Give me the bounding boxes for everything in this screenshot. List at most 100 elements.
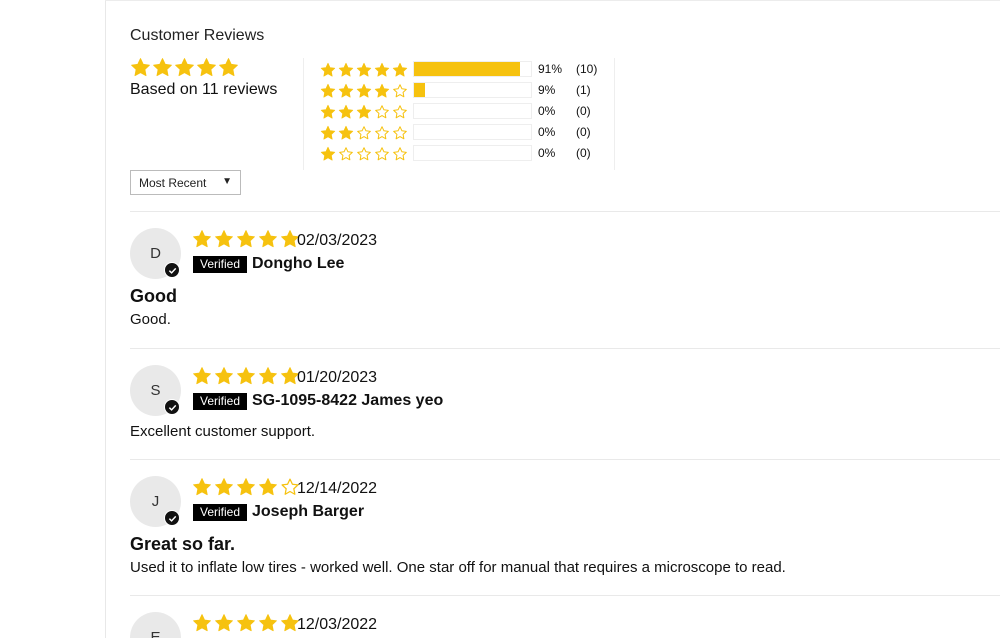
star-filled-icon	[192, 613, 212, 633]
review-date: 02/03/2023	[297, 232, 378, 249]
review-divider	[130, 459, 1000, 460]
histogram-row-5[interactable]: 91% (10)	[320, 59, 597, 80]
histogram-bar	[413, 103, 532, 119]
star-filled-icon	[214, 477, 234, 497]
review-date: 12/03/2022	[297, 616, 378, 633]
verified-check-icon	[164, 510, 180, 526]
histogram-bar	[413, 124, 532, 140]
star-filled-icon	[192, 477, 212, 497]
sort-select[interactable]: Most Recent ▼	[130, 170, 241, 195]
star-filled-icon	[338, 83, 354, 99]
histogram-percent: 9%	[538, 83, 556, 97]
star-filled-icon	[152, 57, 173, 78]
review-stars	[192, 613, 301, 633]
star-filled-icon	[356, 83, 372, 99]
star-filled-icon	[320, 104, 336, 120]
review-divider	[130, 595, 1000, 596]
star-empty-icon	[392, 125, 408, 141]
star-filled-icon	[174, 57, 195, 78]
star-filled-icon	[374, 83, 390, 99]
histogram-row-1[interactable]: 0% (0)	[320, 143, 591, 164]
review-author: Dongho Lee	[252, 255, 345, 272]
caret-down-icon: ▼	[222, 176, 232, 187]
rating-summary: Based on 11 reviews	[130, 57, 305, 99]
star-filled-icon	[356, 104, 372, 120]
star-filled-icon	[258, 229, 278, 249]
histogram-bar	[413, 82, 532, 98]
review-title: Great so far.	[130, 534, 236, 554]
star-filled-icon	[214, 366, 234, 386]
verified-check-icon	[164, 262, 180, 278]
star-filled-icon	[320, 125, 336, 141]
review-date: 12/14/2022	[297, 480, 378, 497]
row-stars	[320, 83, 409, 99]
verified-badge: Verified	[193, 256, 248, 273]
histogram-count: (0)	[576, 125, 591, 139]
histogram-percent: 0%	[538, 146, 556, 160]
review-body: Excellent customer support.	[130, 423, 316, 440]
star-filled-icon	[236, 229, 256, 249]
review-date: 01/20/2023	[297, 369, 378, 386]
star-filled-icon	[236, 477, 256, 497]
star-filled-icon	[258, 477, 278, 497]
star-filled-icon	[374, 62, 390, 78]
summary-divider	[303, 58, 304, 170]
star-filled-icon	[338, 62, 354, 78]
star-filled-icon	[192, 229, 212, 249]
star-filled-icon	[356, 62, 372, 78]
review-stars	[192, 477, 301, 497]
histogram-percent: 0%	[538, 104, 556, 118]
star-empty-icon	[374, 125, 390, 141]
row-stars	[320, 125, 409, 141]
star-filled-icon	[192, 366, 212, 386]
section-title: Customer Reviews	[130, 27, 265, 44]
left-divider	[105, 0, 106, 638]
review-stars	[192, 366, 301, 386]
histogram-count: (0)	[576, 104, 591, 118]
star-empty-icon	[392, 104, 408, 120]
star-filled-icon	[320, 62, 336, 78]
histogram-percent: 0%	[538, 125, 556, 139]
histogram-row-4[interactable]: 9% (1)	[320, 80, 591, 101]
review-item: J 12/14/2022 Verified Joseph Barger Grea…	[130, 476, 1000, 586]
verified-badge: Verified	[193, 393, 248, 410]
avatar: D	[130, 228, 181, 279]
review-body: Used it to inflate low tires - worked we…	[130, 559, 786, 576]
histogram-bar	[413, 61, 532, 77]
review-author: SG-1095-8422 James yeo	[252, 392, 444, 409]
bar-fill	[414, 62, 521, 76]
histogram-bar	[413, 145, 532, 161]
histogram-row-3[interactable]: 0% (0)	[320, 101, 591, 122]
histogram-divider	[614, 58, 615, 170]
verified-check-icon	[164, 399, 180, 415]
star-filled-icon	[392, 62, 408, 78]
bar-fill	[414, 83, 425, 97]
star-filled-icon	[320, 83, 336, 99]
star-filled-icon	[214, 229, 234, 249]
verified-badge: Verified	[193, 504, 248, 521]
review-author: Joseph Barger	[252, 503, 365, 520]
review-item: E 12/03/2022	[130, 612, 1000, 638]
star-filled-icon	[258, 366, 278, 386]
histogram-row-2[interactable]: 0% (0)	[320, 122, 591, 143]
review-divider	[130, 348, 1000, 349]
histogram-count: (0)	[576, 146, 591, 160]
review-count-text: Based on 11 reviews	[130, 81, 278, 98]
review-divider	[130, 211, 1000, 212]
star-filled-icon	[320, 146, 336, 162]
star-empty-icon	[392, 146, 408, 162]
top-divider	[105, 0, 1000, 1]
star-empty-icon	[338, 146, 354, 162]
star-empty-icon	[374, 146, 390, 162]
avatar-initial: S	[150, 382, 161, 399]
review-item: S 01/20/2023 Verified SG-1095-8422 James…	[130, 365, 1000, 445]
star-empty-icon	[374, 104, 390, 120]
avatar: E	[130, 612, 181, 638]
average-stars	[130, 57, 305, 78]
star-filled-icon	[338, 125, 354, 141]
review-title: Good	[130, 286, 177, 306]
star-filled-icon	[338, 104, 354, 120]
avatar-initial: E	[150, 629, 161, 638]
star-filled-icon	[214, 613, 234, 633]
review-stars	[192, 229, 301, 249]
